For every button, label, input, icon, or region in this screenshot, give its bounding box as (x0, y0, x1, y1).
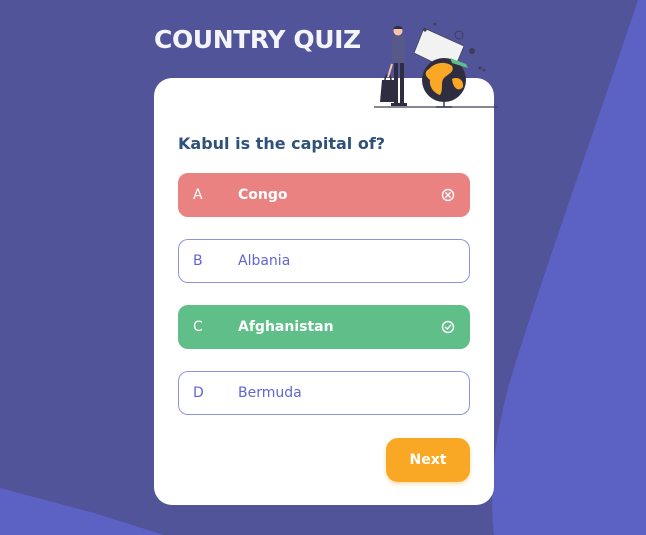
quiz-card: Kabul is the capital of? A Congo B Alban… (154, 78, 494, 505)
check-circle-icon (441, 320, 455, 334)
option-answer: Congo (238, 187, 288, 203)
option-c-button[interactable]: C Afghanistan (178, 305, 470, 349)
option-letter: B (193, 253, 203, 269)
traveler-with-globe-icon (374, 22, 498, 108)
option-letter: A (193, 187, 203, 203)
option-answer: Bermuda (238, 385, 302, 401)
option-a-button[interactable]: A Congo (178, 173, 470, 217)
option-d-button[interactable]: D Bermuda (178, 371, 470, 415)
question-text: Kabul is the capital of? (178, 134, 386, 153)
option-b-button[interactable]: B Albania (178, 239, 470, 283)
close-circle-icon (441, 188, 455, 202)
option-answer: Albania (238, 253, 291, 269)
option-letter: C (193, 319, 203, 335)
next-button[interactable]: Next (386, 438, 470, 482)
option-letter: D (193, 385, 204, 401)
app-title: COUNTRY QUIZ (154, 25, 361, 54)
option-answer: Afghanistan (238, 319, 334, 335)
